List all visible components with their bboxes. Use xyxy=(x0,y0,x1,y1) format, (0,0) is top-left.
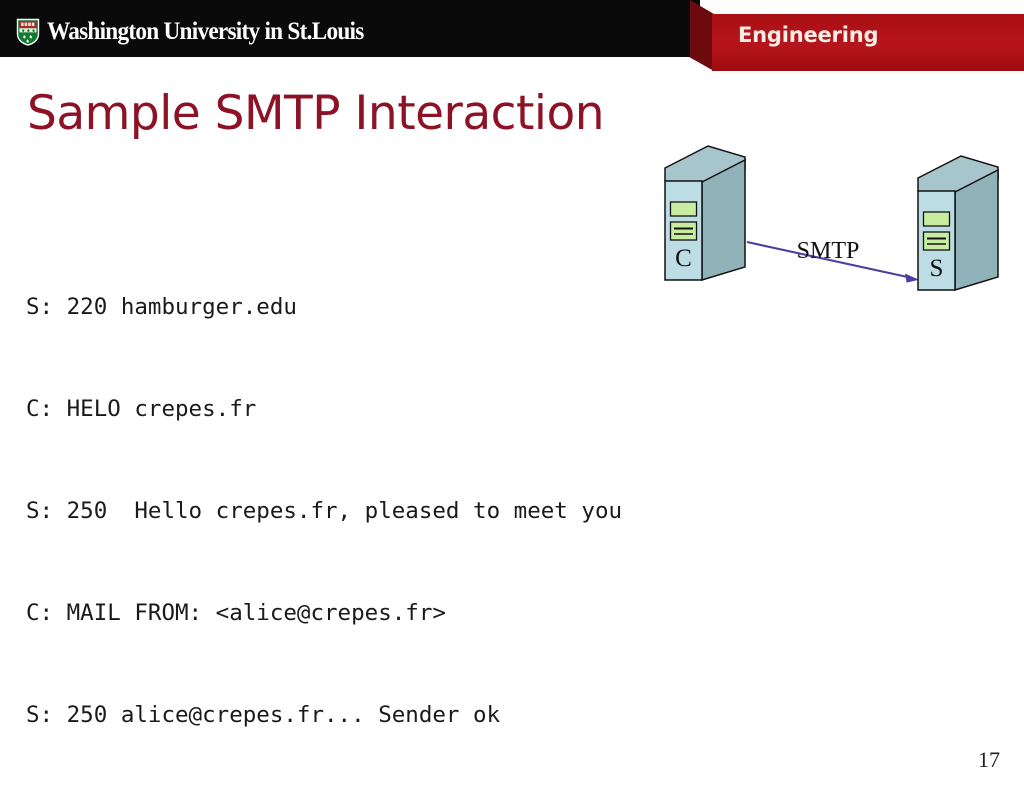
page-title: Sample SMTP Interaction xyxy=(27,86,605,141)
school-banner: Engineering xyxy=(712,14,1024,71)
page-number: 17 xyxy=(978,747,1000,772)
transcript-line: S: 250 alice@crepes.fr... Sender ok xyxy=(26,702,501,728)
client-tower-label: C xyxy=(675,245,692,272)
slide: Washington University in St.Louis Engine… xyxy=(0,0,1024,791)
transcript-line: S: 220 hamburger.edu xyxy=(26,294,297,320)
smtp-transcript: S: 220 hamburger.edu C: HELO crepes.fr S… xyxy=(26,222,717,791)
transcript-line: S: 250 Hello crepes.fr, pleased to meet … xyxy=(26,498,623,524)
university-logo-text: Washington University in St.Louis xyxy=(47,18,364,45)
smtp-connection-diagram: C S SMTP xyxy=(640,130,1024,340)
client-tower-icon: C xyxy=(664,145,746,282)
server-tower-label: S xyxy=(930,255,944,282)
shield-crest-icon xyxy=(16,18,40,46)
school-banner-label: Engineering xyxy=(738,23,879,47)
server-tower-icon: S xyxy=(917,155,999,292)
university-logo: Washington University in St.Louis xyxy=(16,17,387,47)
slide-header: Washington University in St.Louis Engine… xyxy=(0,0,1024,74)
smtp-connection-label: SMTP xyxy=(797,238,860,264)
transcript-line: C: HELO crepes.fr xyxy=(26,396,257,422)
header-banner-bevel xyxy=(690,0,714,71)
transcript-line: C: MAIL FROM: <alice@crepes.fr> xyxy=(26,600,446,626)
